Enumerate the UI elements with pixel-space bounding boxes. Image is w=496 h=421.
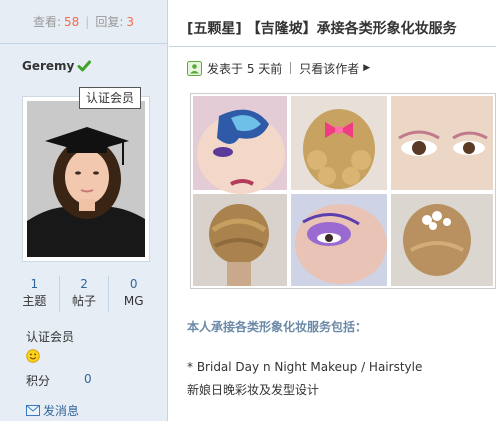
author-name-row: Geremy xyxy=(0,44,167,88)
service-line-2: 新娘日晚彩妆及发型设计 xyxy=(187,383,320,397)
views-count: 58 xyxy=(64,14,80,29)
posted-time: 发表于 5 天前 xyxy=(207,61,283,76)
thread-title[interactable]: [五颗星] 【吉隆坡】承接各类形象化妆服务 xyxy=(187,18,457,38)
author-sidebar: 查看: 58 | 回复: 3 Geremy 认证会员 1 主题 2 帖子 0 M… xyxy=(0,0,168,421)
stats-divider: | xyxy=(85,14,90,29)
mail-icon xyxy=(26,405,40,416)
thread-stats: 查看: 58 | 回复: 3 xyxy=(0,0,167,44)
points-value: 0 xyxy=(84,372,92,386)
send-message-label[interactable]: 发消息 xyxy=(43,402,79,419)
post-meta: 发表于 5 天前 只看该作者 ▶ xyxy=(187,58,370,78)
replies-count: 3 xyxy=(126,14,135,29)
replies-label: 回复: xyxy=(95,15,124,29)
photo-butterfly-face xyxy=(193,96,287,194)
smiley-icon xyxy=(26,349,40,363)
send-message-link[interactable]: 发消息 xyxy=(26,402,79,419)
group-tooltip: 认证会员 xyxy=(79,87,142,109)
count-value[interactable]: 1 xyxy=(10,276,59,292)
count-mg[interactable]: 0 MG xyxy=(109,276,158,312)
avatar[interactable] xyxy=(27,101,145,257)
makeup-photo-collage[interactable] xyxy=(190,93,496,289)
count-label: 主题 xyxy=(22,294,47,308)
photo-updo-back xyxy=(193,194,287,286)
count-value[interactable]: 2 xyxy=(60,276,109,292)
verified-check-icon xyxy=(77,60,92,72)
photo-curly-hair-bow xyxy=(291,96,387,190)
caret-right-icon: ▶ xyxy=(363,63,371,73)
service-line-1: * Bridal Day n Night Makeup / Hairstyle xyxy=(187,360,423,374)
photo-grid xyxy=(193,96,493,286)
count-label: MG xyxy=(123,294,144,308)
services-heading: 本人承接各类形象化妆服务包括： xyxy=(187,320,368,334)
online-status-icon xyxy=(187,60,202,76)
views-label: 查看: xyxy=(32,15,62,29)
author-counts: 1 主题 2 帖子 0 MG xyxy=(10,276,158,312)
photo-purple-glitter-eye xyxy=(291,194,387,286)
avatar-frame[interactable] xyxy=(22,96,150,262)
points-row: 积分 0 xyxy=(26,372,106,389)
photo-eye-closeup xyxy=(391,96,493,190)
user-group: 认证会员 xyxy=(26,330,75,344)
count-label: 帖子 xyxy=(72,294,97,308)
post-content: [五颗星] 【吉隆坡】承接各类形象化妆服务 发表于 5 天前 只看该作者 ▶ 本… xyxy=(169,0,496,421)
author-only-link[interactable]: 只看该作者 xyxy=(299,60,359,77)
meta-divider xyxy=(290,62,292,74)
title-divider xyxy=(169,46,496,47)
points-label: 积分 xyxy=(26,374,51,388)
author-name[interactable]: Geremy xyxy=(22,59,74,73)
count-threads[interactable]: 1 主题 xyxy=(10,276,60,312)
count-posts[interactable]: 2 帖子 xyxy=(60,276,110,312)
photo-bridal-updo-flowers xyxy=(391,194,493,286)
count-value[interactable]: 0 xyxy=(109,276,158,292)
